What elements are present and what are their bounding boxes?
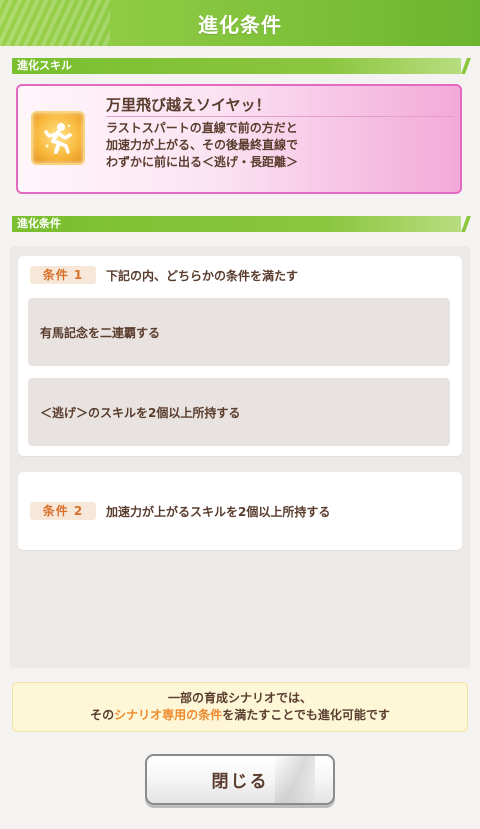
close-button[interactable]: 閉じる [145,754,335,805]
note-line-2: そのシナリオ専用の条件を満たすことでも進化可能です [13,707,467,724]
skill-divider [106,116,454,117]
skill-section-label: 進化スキル [12,58,461,74]
running-figure-icon [31,111,85,165]
note-line-2-pre: その [90,708,115,722]
skill-desc-line: ラストスパートの直線で前の方だと [106,121,298,135]
condition-1-box: 条件 1 下記の内、どちらかの条件を満たす 有馬記念を二連覇する ＜逃げ＞のスキ… [18,256,462,456]
condition-1-text: 下記の内、どちらかの条件を満たす [106,268,299,283]
dialog-header: 進化条件 [0,0,480,46]
note-highlight: シナリオ専用の条件 [114,708,223,722]
section-slash [461,216,471,232]
skill-desc-line: 加速力が上がる、その後最終直線で [106,138,299,152]
condition-2-box: 条件 2 加速力が上がるスキルを2個以上所持する [18,472,462,550]
condition-1-header: 条件 1 下記の内、どちらかの条件を満たす [30,266,298,284]
button-shine [275,756,315,803]
section-slash [461,58,471,74]
note-line-1: 一部の育成シナリオでは、 [167,691,312,705]
condition-2-text: 加速力が上がるスキルを2個以上所持する [106,504,331,519]
conditions-section-header: 進化条件 [12,216,471,232]
condition-1-item-2: ＜逃げ＞のスキルを2個以上所持する [28,378,450,446]
condition-2-header: 条件 2 加速力が上がるスキルを2個以上所持する [30,502,330,520]
conditions-section-label: 進化条件 [12,216,461,232]
skill-name: 万里飛び越えソイヤッ！ [106,96,271,114]
skill-section-header: 進化スキル [12,58,471,74]
condition-2-tag: 条件 2 [30,502,96,520]
condition-1-tag: 条件 1 [30,266,96,284]
dialog-title: 進化条件 [198,12,282,37]
dialog-panel: 進化スキル 万里飛び越えソイヤッ！ ラストスパートの直線で前の方だと 加速力が上… [0,46,480,829]
note-line-2-post: を満たすことでも進化可能です [222,708,390,722]
skill-card[interactable]: 万里飛び越えソイヤッ！ ラストスパートの直線で前の方だと 加速力が上がる、その後… [16,84,462,194]
condition-1-item-1: 有馬記念を二連覇する [28,298,450,366]
header-stripes [0,0,110,46]
skill-desc-line: わずかに前に出る＜逃げ・長距離＞ [106,155,299,169]
scenario-note: 一部の育成シナリオでは、 そのシナリオ専用の条件を満たすことでも進化可能です [12,682,468,732]
close-button-label: 閉じる [211,772,269,792]
skill-description: ラストスパートの直線で前の方だと 加速力が上がる、その後最終直線で わずかに前に… [106,120,451,171]
conditions-area: 条件 1 下記の内、どちらかの条件を満たす 有馬記念を二連覇する ＜逃げ＞のスキ… [10,246,470,668]
